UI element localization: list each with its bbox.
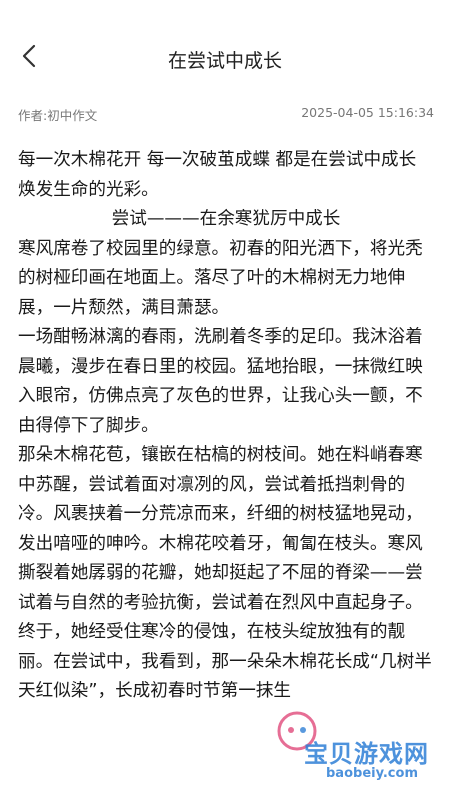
page-title: 在尝试中成长: [167, 50, 282, 72]
article-body: 每一次木棉花开 每一次破茧成蝶 都是在尝试中成长 焕发生命的光彩。 尝试———在…: [18, 146, 434, 707]
watermark-text: 宝贝游戏网: [304, 740, 429, 768]
watermark-url: baobeiy.com: [326, 766, 418, 781]
watermark: 宝贝游戏网 baobeiy.com: [274, 700, 428, 800]
article-intro: 每一次木棉花开 每一次破茧成蝶 都是在尝试中成长 焕发生命的光彩。: [18, 150, 417, 200]
article-subtitle: 尝试———在余寒犹厉中成长: [111, 209, 341, 229]
paragraph: 一场酣畅淋漓的春雨，洗刷着冬季的足印。我沐浴着晨曦，漫步在春日里的校园。猛地抬眼…: [18, 327, 423, 436]
paragraph: 寒风席卷了校园里的绿意。初春的阳光洒下，将光秃的树桠印画在地面上。落尽了叶的木棉…: [18, 238, 423, 318]
author-label: 作者:初中作文: [18, 108, 98, 123]
paragraph: 那朵木棉花苞，镶嵌在枯槁的树枝间。她在料峭春寒中苏醒，尝试着面对凛冽的风，尝试着…: [18, 445, 423, 613]
paragraph: 终于，她经受住寒冷的侵蚀，在枝头绽放独有的靓丽。在尝试中，我看到，那一朵朵木棉花…: [18, 622, 432, 701]
top-bar: 在尝试中成长: [0, 0, 450, 80]
article-meta: 作者:初中作文 2025-04-05 15:16:34: [18, 105, 434, 123]
gamepad-icon: [277, 711, 317, 751]
publish-date: 2025-04-05 15:16:34: [301, 105, 434, 120]
